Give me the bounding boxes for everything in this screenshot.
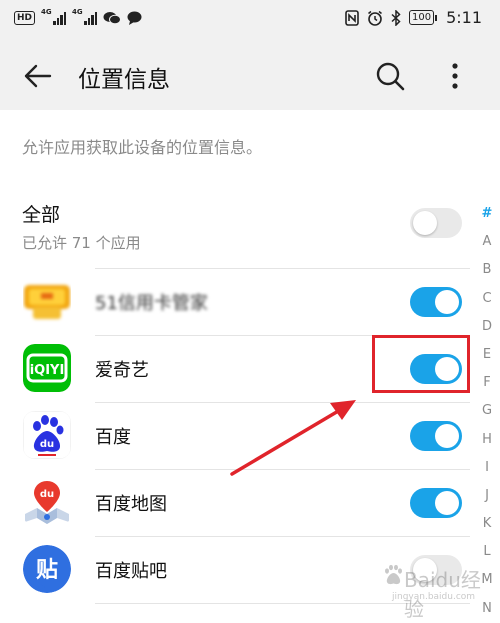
signal-sim1-icon: 4G [41, 8, 67, 25]
page-description: 允许应用获取此设备的位置信息。 [22, 138, 263, 157]
all-apps-switch[interactable] [410, 208, 462, 238]
battery-icon: 100 [408, 10, 438, 25]
status-right: 100 5:11 [345, 8, 482, 27]
index-letter[interactable]: E [474, 341, 500, 369]
index-letter[interactable]: K [474, 510, 500, 538]
nfc-icon [345, 9, 359, 26]
app-name: 百度地图 [95, 494, 167, 515]
baidu-jingyan-watermark: Baidu经验 jingyan.baidu.com [382, 556, 494, 621]
svg-text:du: du [40, 489, 54, 500]
wechat-icon [103, 12, 122, 25]
location-switch-baidu-map[interactable] [410, 488, 462, 518]
index-letter[interactable]: H [474, 426, 500, 454]
svg-text:贴: 贴 [36, 557, 58, 583]
status-bar: HD 4G 4G 100 5:11 [0, 0, 500, 40]
search-button[interactable] [372, 58, 408, 94]
iqiyi-icon: iQIYI [23, 344, 71, 392]
svg-text:iQIYI: iQIYI [30, 363, 65, 378]
app-bar: 位置信息 [0, 40, 500, 110]
baidu-icon: du [23, 411, 71, 459]
clock-time: 5:11 [446, 8, 482, 27]
annotation-highlight-box [372, 335, 470, 393]
index-letter[interactable]: I [474, 454, 500, 482]
more-options-button[interactable] [440, 58, 470, 94]
baidu-paw-icon [385, 564, 402, 585]
search-icon [376, 62, 405, 91]
more-vertical-icon [452, 63, 458, 89]
index-letter[interactable]: C [474, 285, 500, 313]
index-letter[interactable]: J [474, 482, 500, 510]
app-row-baidu[interactable]: du 百度 [0, 402, 470, 469]
arrow-left-icon [24, 64, 52, 88]
back-button[interactable] [20, 58, 56, 94]
all-apps-count: 已允许 71 个应用 [22, 234, 141, 252]
index-letter[interactable]: A [474, 228, 500, 256]
app-name: 百度 [95, 427, 131, 448]
app-name: 爱奇艺 [95, 360, 149, 381]
index-letter[interactable]: G [474, 397, 500, 425]
message-icon [127, 11, 142, 25]
app-row-baidu-map[interactable]: du 百度地图 [0, 469, 470, 536]
app-row-51-credit[interactable]: 51信用卡管家 [0, 268, 470, 335]
hd-badge: HD [14, 11, 36, 25]
all-apps-row[interactable]: 全部 已允许 71 个应用 [0, 188, 470, 268]
app-name: 百度贴吧 [95, 561, 167, 582]
index-letter[interactable]: B [474, 256, 500, 284]
signal-sim2-icon: 4G [72, 8, 98, 25]
location-switch-baidu[interactable] [410, 421, 462, 451]
baidu-map-icon: du [23, 478, 71, 526]
location-switch-51-credit[interactable] [410, 287, 462, 317]
credit-card-manager-icon [23, 277, 71, 325]
index-letter[interactable]: F [474, 369, 500, 397]
all-apps-title: 全部 [22, 204, 61, 226]
watermark-url: jingyan.baidu.com [392, 592, 476, 602]
index-letter[interactable]: D [474, 313, 500, 341]
index-letter[interactable]: # [474, 200, 500, 228]
svg-text:du: du [40, 439, 54, 450]
app-name: 51信用卡管家 [95, 293, 208, 314]
baidu-tieba-icon: 贴 [23, 545, 71, 593]
status-left: HD 4G 4G [14, 8, 142, 25]
alarm-icon [368, 10, 382, 26]
bluetooth-icon [391, 9, 401, 26]
page-title: 位置信息 [78, 67, 170, 93]
